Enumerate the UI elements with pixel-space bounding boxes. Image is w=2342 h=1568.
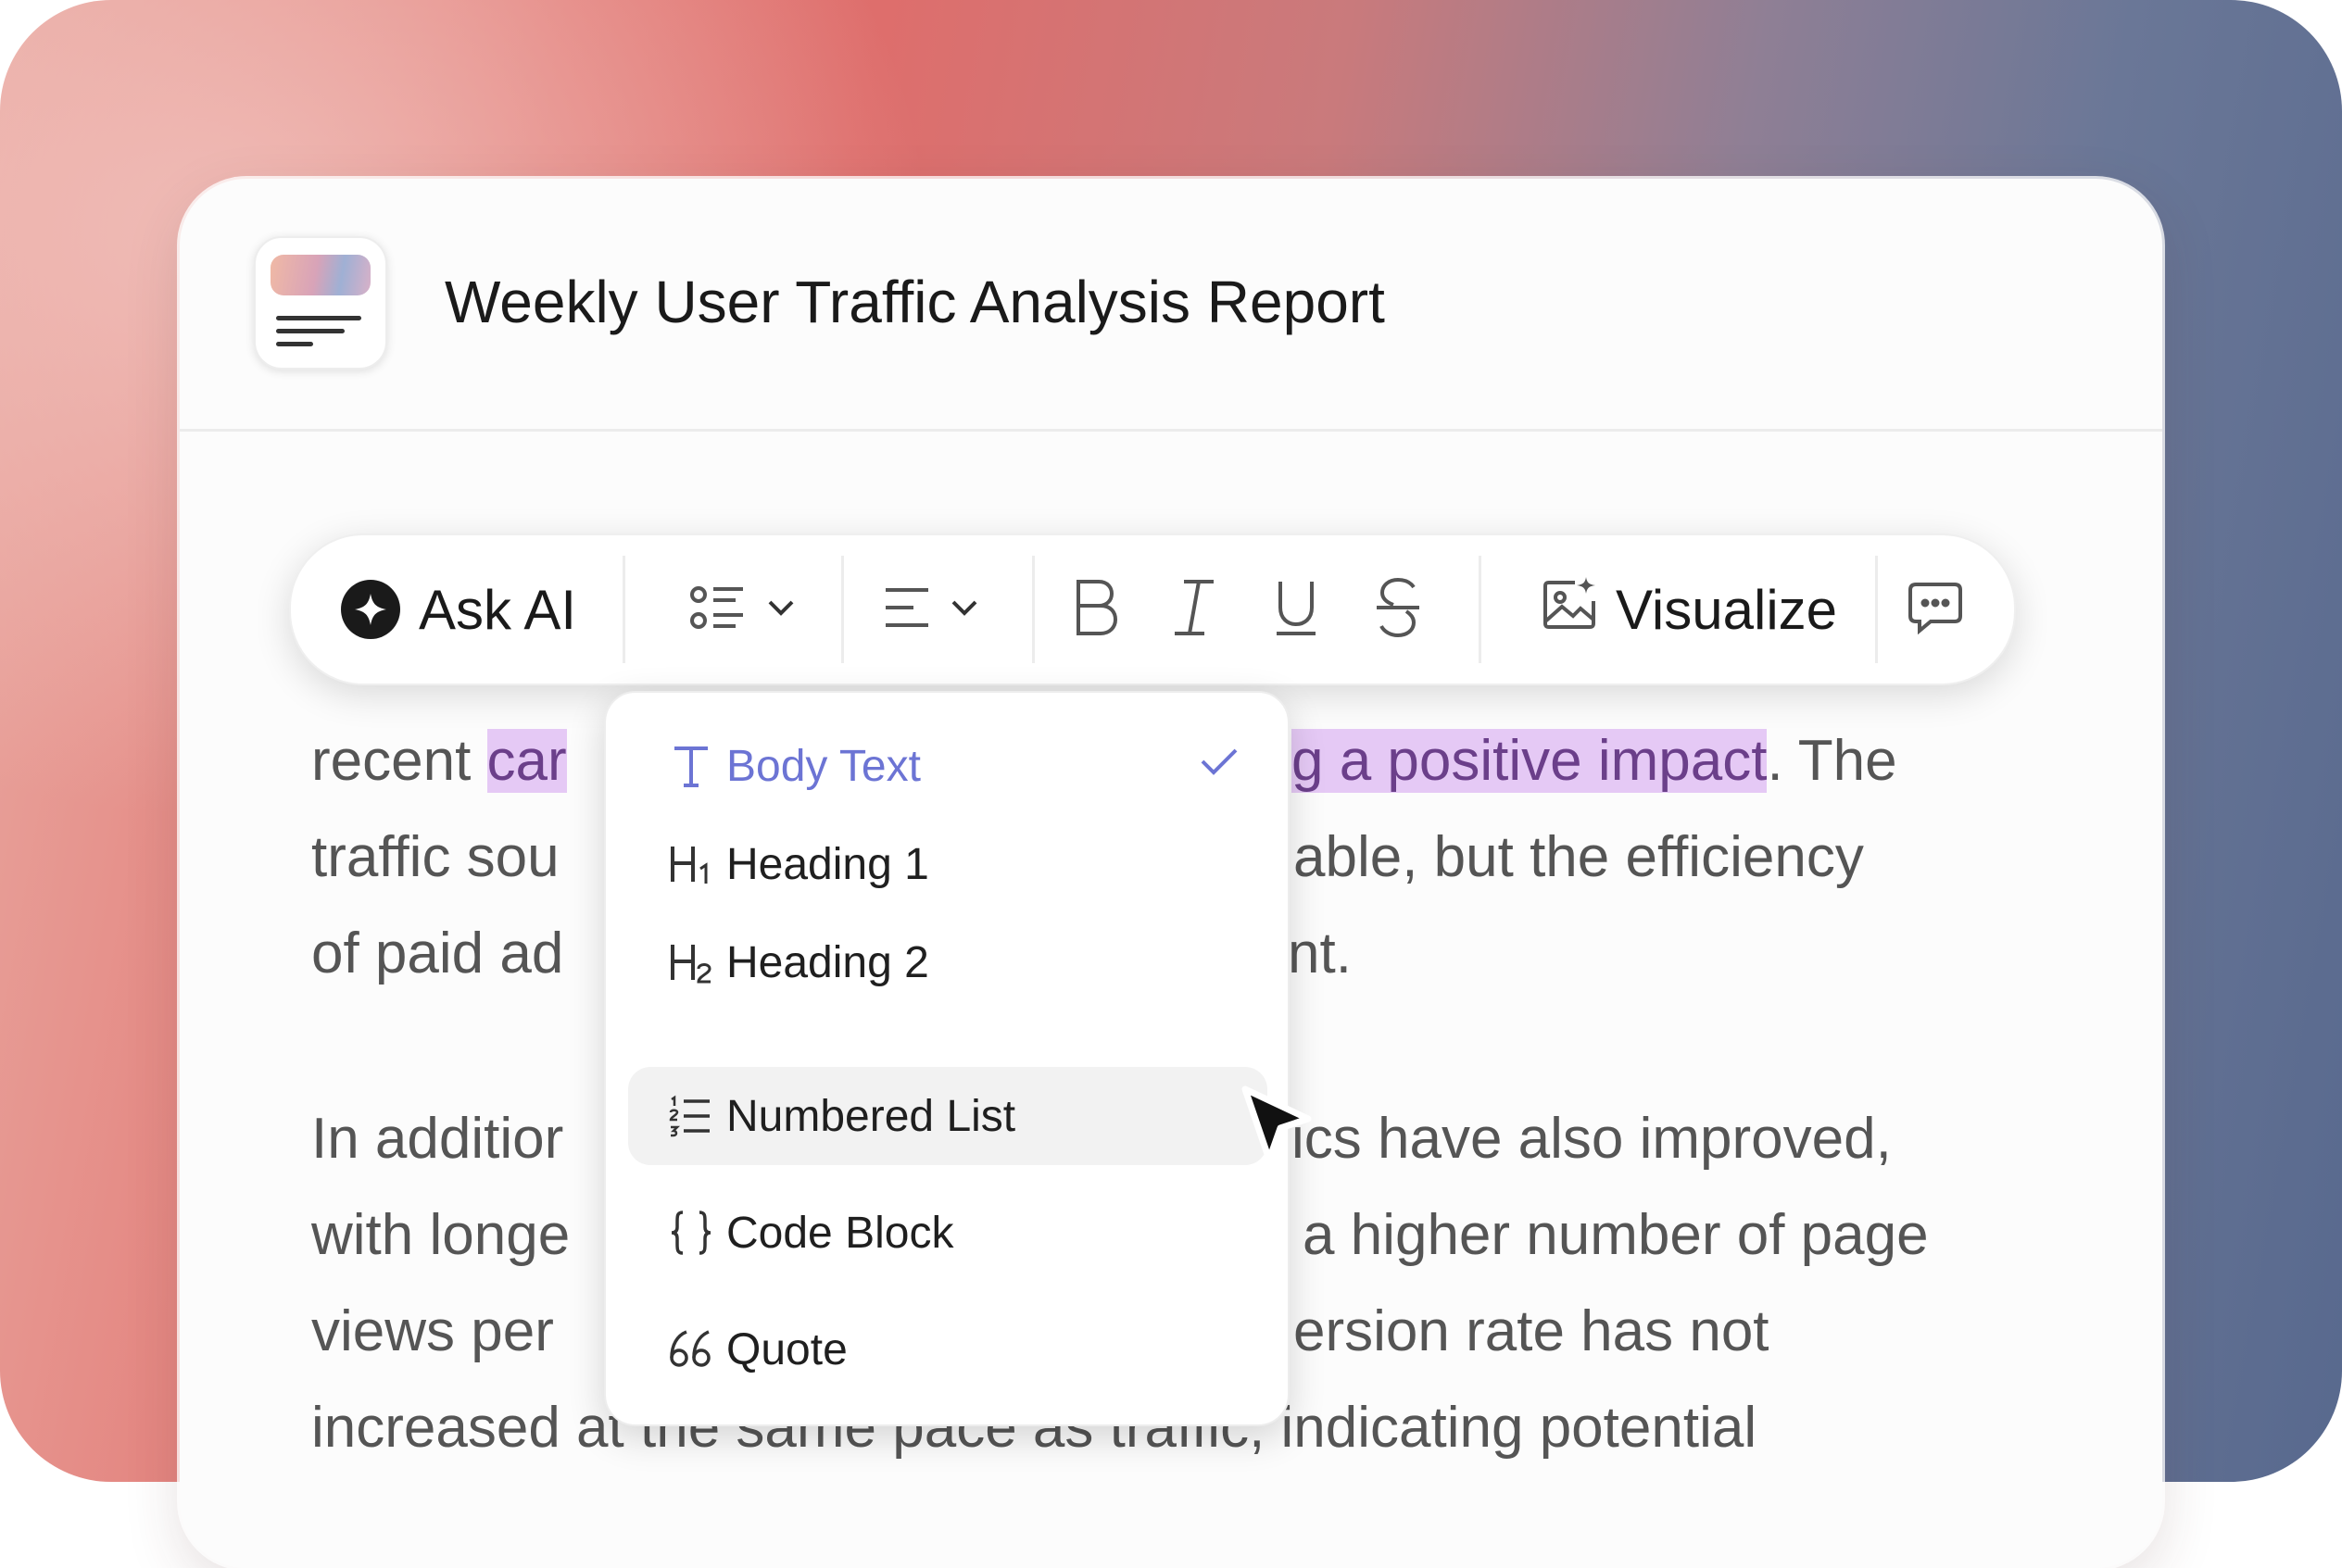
menu-item-label: Body Text [726, 742, 921, 791]
block-type-menu: Body Text Heading 1 Heading 2 Numbered L… [604, 691, 1290, 1426]
menu-item-label: Quote [726, 1325, 848, 1374]
body-line: with longe [311, 1203, 571, 1267]
body-line: of paid ad [311, 922, 564, 985]
bold-button[interactable] [1069, 535, 1121, 684]
text-icon [661, 717, 721, 815]
comment-button[interactable] [1907, 535, 1964, 684]
check-icon [1199, 741, 1240, 786]
divider [1479, 556, 1481, 663]
menu-item-code-block[interactable]: Code Block [628, 1184, 1267, 1282]
chevron-down-icon [767, 598, 795, 621]
menu-item-body-text[interactable]: Body Text [628, 717, 1267, 815]
quote-icon [661, 1300, 721, 1399]
underline-icon [1273, 578, 1319, 642]
strikethrough-icon [1375, 576, 1421, 644]
mouse-cursor-icon [1238, 1082, 1321, 1179]
body-line: recent car [311, 729, 567, 793]
body-line: g a positive impact. The [1291, 729, 1897, 793]
italic-button[interactable] [1171, 535, 1217, 684]
menu-item-label: Code Block [726, 1209, 954, 1258]
document-title[interactable]: Weekly User Traffic Analysis Report [445, 268, 1385, 336]
menu-item-label: Heading 1 [726, 840, 929, 889]
sparkle-icon [341, 580, 400, 639]
divider [1875, 556, 1878, 663]
menu-item-quote[interactable]: Quote [628, 1300, 1267, 1399]
document-icon[interactable] [254, 236, 387, 370]
heading-2-icon [661, 913, 721, 1011]
body-line: In additior [311, 1107, 564, 1171]
body-line: nt. [1288, 922, 1352, 985]
heading-1-icon [661, 815, 721, 913]
image-sparkle-icon [1542, 575, 1599, 644]
menu-item-numbered-list[interactable]: Numbered List [628, 1067, 1267, 1165]
body-line: ersion rate has not [1293, 1299, 1769, 1363]
visualize-button[interactable]: Visualize [1542, 535, 1837, 684]
numbered-list-icon [661, 1067, 721, 1165]
menu-item-heading-1[interactable]: Heading 1 [628, 815, 1267, 913]
underline-button[interactable] [1273, 535, 1319, 684]
divider [1032, 556, 1035, 663]
divider [623, 556, 625, 663]
chevron-down-icon [951, 598, 978, 621]
menu-item-label: Heading 2 [726, 938, 929, 987]
code-block-icon [661, 1184, 721, 1282]
menu-item-heading-2[interactable]: Heading 2 [628, 913, 1267, 1011]
ask-ai-label: Ask AI [419, 578, 577, 641]
visualize-label: Visualize [1616, 578, 1838, 641]
body-line: views per [311, 1299, 554, 1363]
list-style-dropdown[interactable] [689, 535, 795, 684]
body-line: able, but the efficiency [1293, 825, 1864, 889]
highlighted-text[interactable]: g a positive impact [1291, 729, 1768, 793]
strikethrough-button[interactable] [1375, 535, 1421, 684]
italic-icon [1171, 578, 1217, 642]
list-style-icon [689, 582, 747, 638]
document-thumbnail [271, 255, 371, 295]
comment-icon [1907, 581, 1964, 639]
align-icon [884, 584, 930, 635]
divider [841, 556, 844, 663]
body-line: ics have also improved, [1291, 1107, 1892, 1171]
bold-icon [1069, 578, 1121, 642]
highlighted-text[interactable]: car [486, 729, 567, 793]
align-dropdown[interactable] [884, 535, 978, 684]
body-line: traffic sou [311, 825, 560, 889]
formatting-toolbar: Ask AI Visualize [289, 533, 2016, 685]
ask-ai-button[interactable]: Ask AI [341, 535, 576, 684]
document-header: Weekly User Traffic Analysis Report [180, 179, 2162, 432]
body-line: a higher number of page [1303, 1203, 1929, 1267]
menu-item-label: Numbered List [726, 1092, 1016, 1141]
